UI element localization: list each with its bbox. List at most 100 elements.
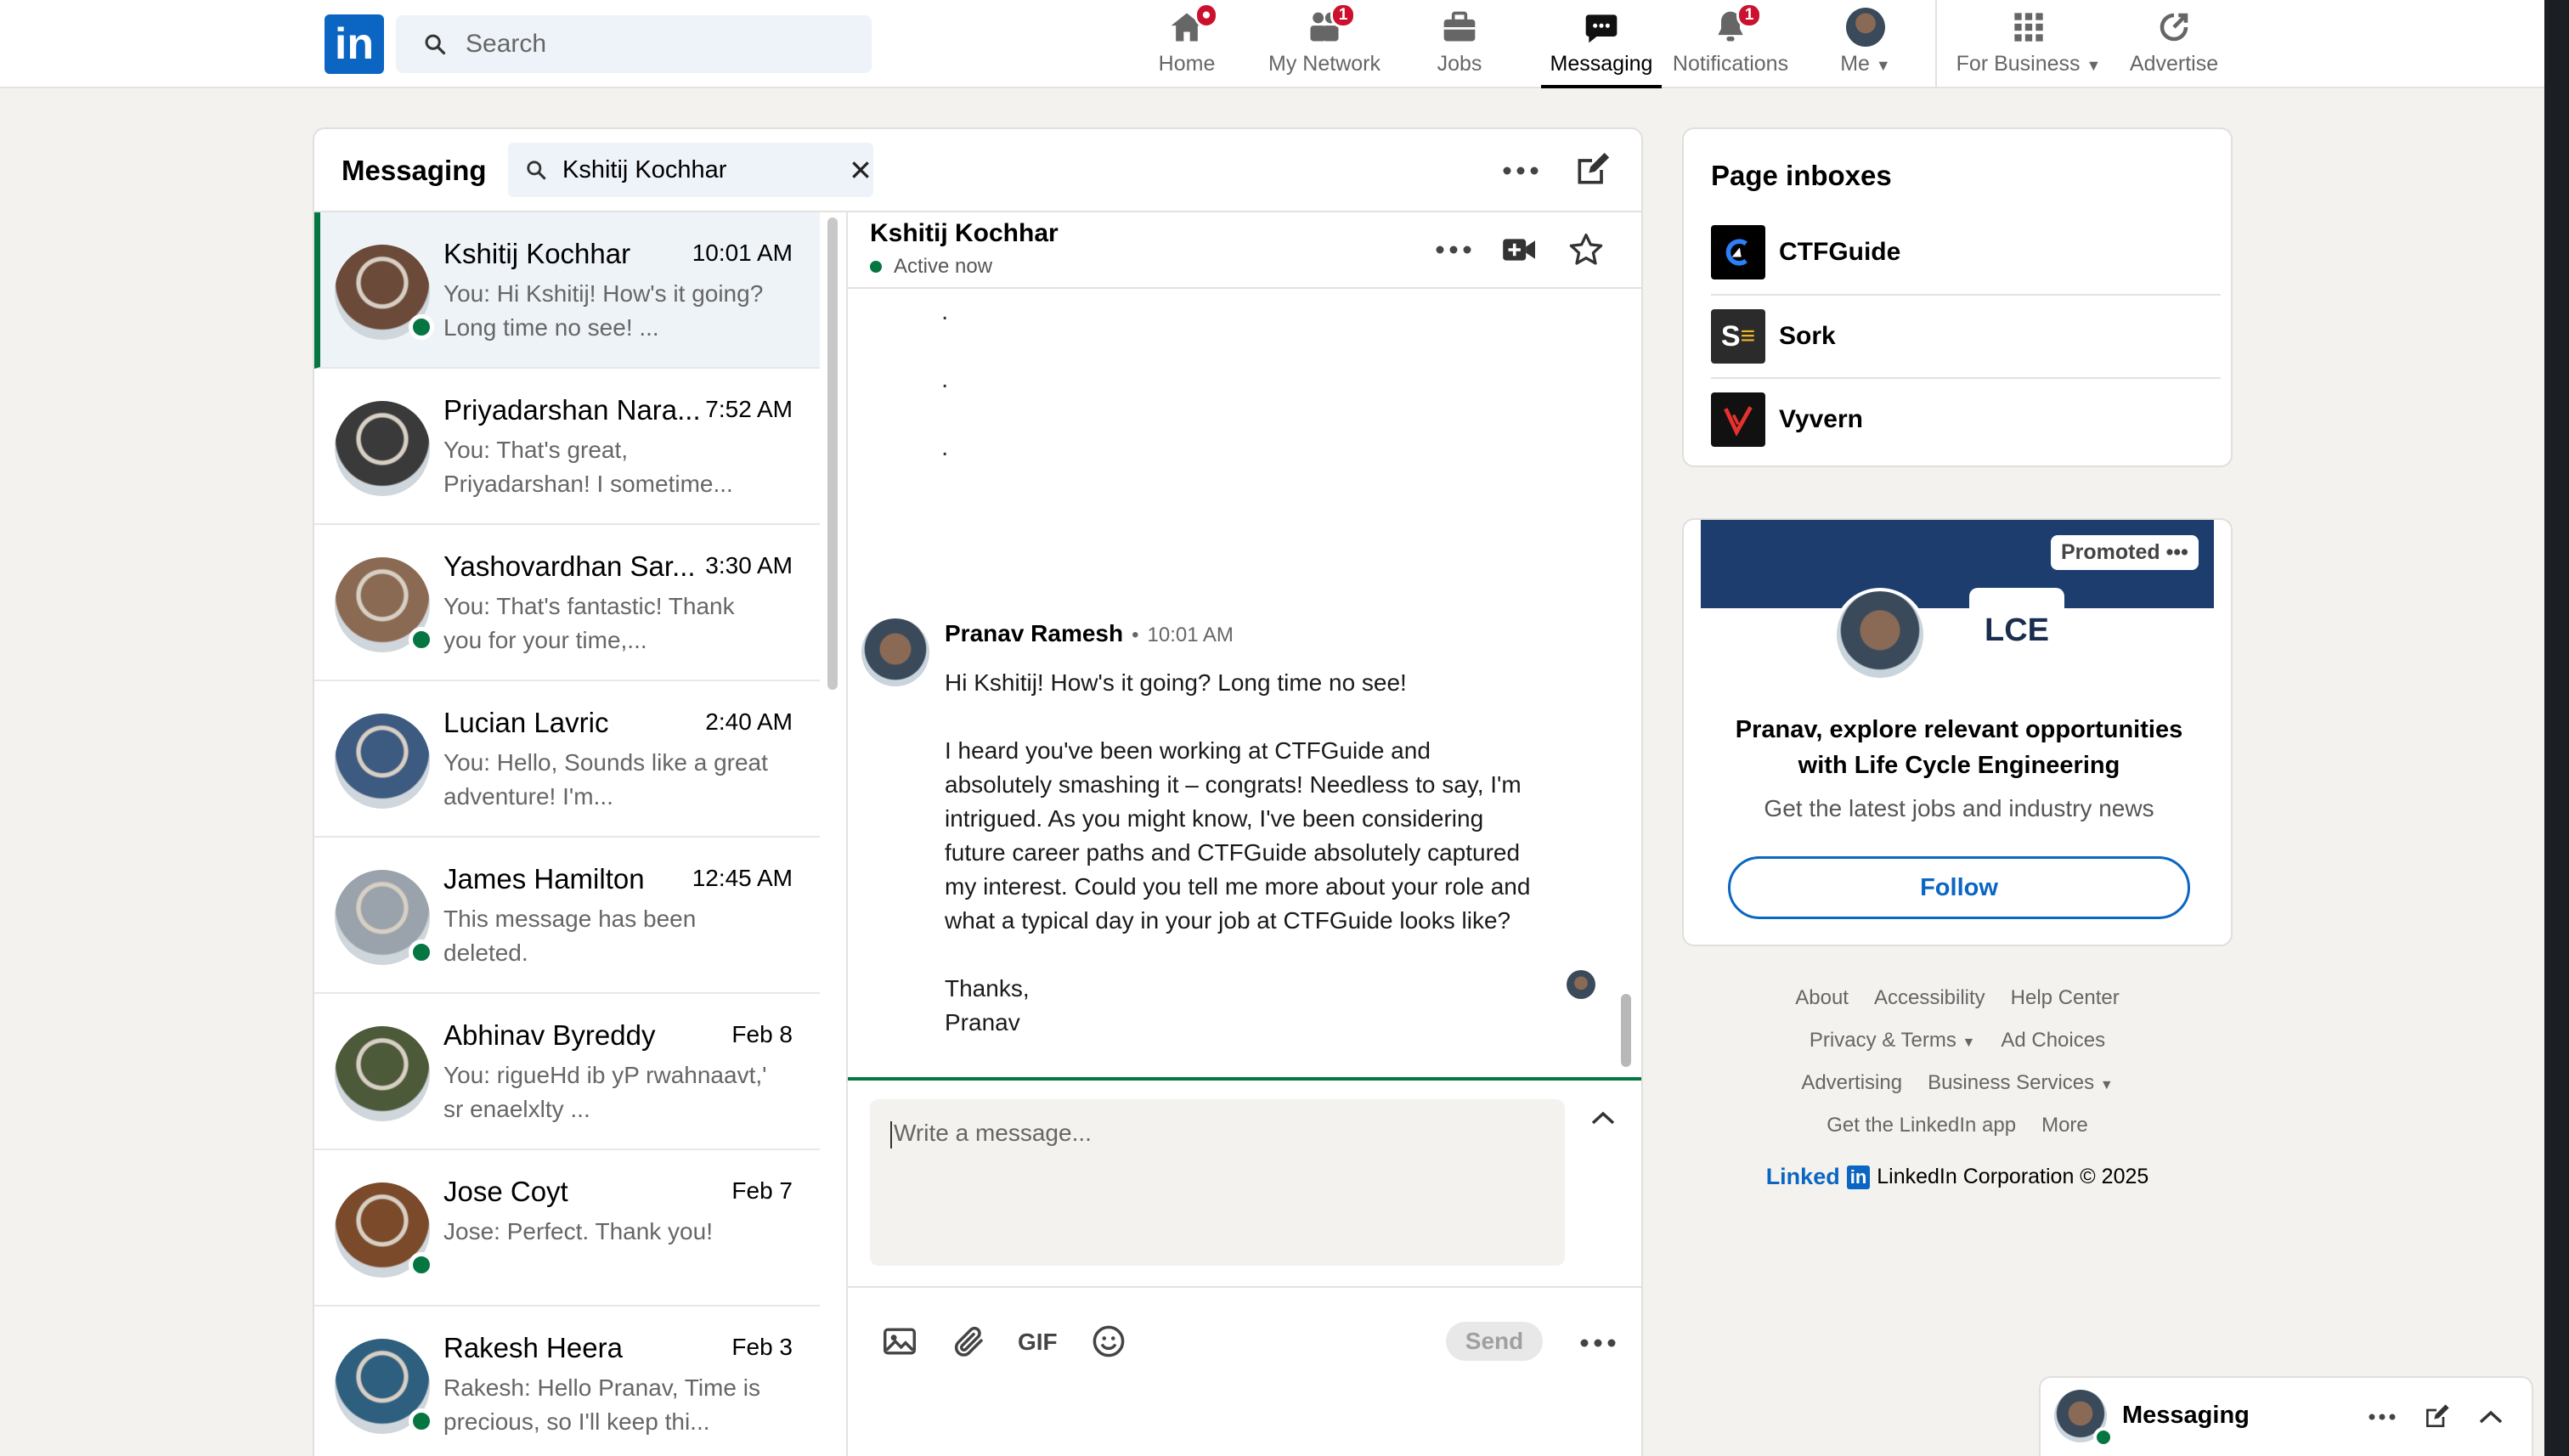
global-search-input[interactable] xyxy=(466,30,839,59)
conversation-item[interactable]: Lucian Lavric 2:40 AM You: Hello, Sounds l… xyxy=(314,681,820,838)
conversation-avatar xyxy=(335,1026,430,1121)
footer-privacy-terms[interactable]: Privacy & Terms ▼ xyxy=(1810,1029,1975,1052)
conversation-avatar xyxy=(335,714,430,809)
search-icon xyxy=(425,34,446,55)
promoted-ad-card: Promoted ••• LCE Pranav, explore relevan… xyxy=(1682,518,2233,946)
text-caret xyxy=(890,1120,892,1148)
conversation-time: 2:40 AM xyxy=(705,708,793,735)
footer-get-app[interactable]: Get the LinkedIn app xyxy=(1827,1114,2016,1137)
conversation-name: Yashovardhan Sar... xyxy=(443,550,696,582)
nav-my-network[interactable]: 1 My Network xyxy=(1262,0,1386,88)
star-icon[interactable] xyxy=(1563,228,1609,272)
paperclip-icon[interactable] xyxy=(948,1320,991,1363)
promoted-badge[interactable]: Promoted ••• xyxy=(2051,535,2199,570)
image-attach-icon[interactable] xyxy=(878,1322,921,1361)
nav-me[interactable]: Me ▼ xyxy=(1835,0,1896,88)
linkedin-logo-icon[interactable]: in xyxy=(325,14,384,74)
nav-home[interactable]: ● Home xyxy=(1155,0,1218,88)
messaging-search[interactable] xyxy=(508,143,873,197)
gif-button[interactable]: GIF xyxy=(1018,1329,1058,1356)
inbox-item-ctfguide[interactable]: CTFGuide xyxy=(1711,211,2221,294)
thread-more-icon[interactable] xyxy=(1431,231,1476,268)
advertise-icon xyxy=(2160,13,2188,42)
nav-messaging[interactable]: Messaging xyxy=(1541,0,1662,88)
conversation-name: Kshitij Kochhar xyxy=(443,238,631,269)
nav-business-label: For Business xyxy=(1956,52,2081,76)
thread-contact-name[interactable]: Kshitij Kochhar xyxy=(870,219,1059,248)
network-badge: 1 xyxy=(1330,3,1356,28)
inbox-item-sork[interactable]: S ≡ Sork xyxy=(1711,294,2221,377)
global-search-bar[interactable] xyxy=(396,15,872,73)
global-nav: in ● Home 1 My Network Jobs Messaging 1 … xyxy=(0,0,2544,88)
overlay-compose-icon[interactable] xyxy=(2418,1398,2455,1436)
thread-scrollbar[interactable] xyxy=(1621,994,1631,1067)
video-call-icon[interactable] xyxy=(1497,231,1543,268)
footer-links: About Accessibility Help Center Privacy & … xyxy=(1682,977,2233,1190)
conversation-item[interactable]: Abhinav Byreddy Feb 8 You: rigueHd ib yP r… xyxy=(314,994,820,1150)
conversation-preview: This message has been deleted. xyxy=(443,906,697,966)
conversation-item[interactable]: Rakesh Heera Feb 3 Rakesh: Hello Pranav, T… xyxy=(314,1306,820,1456)
footer-accessibility[interactable]: Accessibility xyxy=(1874,986,1985,1010)
footer-business-services[interactable]: Business Services ▼ xyxy=(1928,1071,2114,1095)
expand-compose-icon[interactable] xyxy=(1584,1101,1623,1135)
conversation-name: Abhinav Byreddy xyxy=(443,1019,656,1051)
conversation-time: 7:52 AM xyxy=(705,396,793,422)
page-inboxes-title: Page inboxes xyxy=(1711,160,1892,191)
conversation-name: Priyadarshan Nara... xyxy=(443,394,701,426)
nav-advertise-label: Advertise xyxy=(2129,52,2219,76)
thread-pane: Kshitij Kochhar Active now . . . Pranav … xyxy=(846,212,1641,1456)
conversation-item[interactable]: Yashovardhan Sar... 3:30 AM You: That's fa… xyxy=(314,525,820,681)
nav-jobs[interactable]: Jobs xyxy=(1436,0,1483,88)
conversation-preview: You: rigueHd ib yP rwahnaavt,' sr enaelx… xyxy=(443,1062,767,1122)
conversation-item[interactable]: James Hamilton 12:45 AM This message has b… xyxy=(314,838,820,994)
nav-me-label: Me xyxy=(1840,52,1870,76)
message-header: Pranav Ramesh • 10:01 AM xyxy=(945,620,1234,647)
conversation-time: Feb 8 xyxy=(731,1021,793,1047)
messaging-icon xyxy=(1585,14,1618,43)
ad-more-icon[interactable]: ••• xyxy=(2166,540,2188,564)
ad-headline: Pranav, explore relevant opportunities w… xyxy=(1735,716,2183,779)
vyvern-logo-icon xyxy=(1711,392,1765,447)
promoted-label: Promoted xyxy=(2061,540,2160,564)
footer-help-center[interactable]: Help Center xyxy=(2011,986,2120,1010)
conversation-item[interactable]: Priyadarshan Nara... 7:52 AM You: That's g… xyxy=(314,369,820,525)
conversation-name: Rakesh Heera xyxy=(443,1332,623,1363)
send-button[interactable]: Send xyxy=(1446,1322,1543,1361)
sender-avatar[interactable] xyxy=(861,618,929,686)
conversation-scrollbar[interactable] xyxy=(827,217,838,690)
compose-more-icon[interactable] xyxy=(1575,1330,1621,1356)
nav-divider xyxy=(1935,0,1937,88)
conversation-item[interactable]: Jose Coyt Feb 7 Jose: Perfect. Thank you! xyxy=(314,1150,820,1306)
footer-business-label: Business Services xyxy=(1928,1071,2095,1094)
messaging-search-input[interactable] xyxy=(562,155,834,184)
follow-button[interactable]: Follow xyxy=(1728,856,2190,919)
inbox-item-vyvern[interactable]: Vyvern xyxy=(1711,377,2221,460)
conversation-preview: You: Hello, Sounds like a great adventur… xyxy=(443,749,768,810)
overlay-expand-icon[interactable] xyxy=(2472,1402,2510,1432)
conversation-time: 10:01 AM xyxy=(692,240,793,266)
clear-search-icon[interactable] xyxy=(850,159,872,181)
window-edge xyxy=(2544,0,2569,1456)
nav-advertise[interactable]: Advertise xyxy=(2127,0,2221,88)
nav-for-business[interactable]: For Business ▼ xyxy=(1954,0,2103,88)
nav-network-label: My Network xyxy=(1268,52,1380,76)
messaging-overlay-bar[interactable]: Messaging xyxy=(2039,1376,2533,1456)
overlay-more-icon[interactable] xyxy=(2363,1402,2401,1432)
emoji-icon[interactable] xyxy=(1087,1320,1130,1363)
messaging-more-icon[interactable] xyxy=(1495,151,1546,190)
conversation-list[interactable]: Kshitij Kochhar 10:01 AM You: Hi Kshitij! … xyxy=(314,212,820,1456)
message-input[interactable]: Write a message... xyxy=(870,1099,1565,1266)
footer-about[interactable]: About xyxy=(1795,986,1849,1010)
nav-notifications[interactable]: 1 Notifications xyxy=(1668,0,1793,88)
footer-ad-choices[interactable]: Ad Choices xyxy=(2001,1029,2105,1052)
nav-business-label-wrap: For Business ▼ xyxy=(1956,52,2102,76)
conversation-item[interactable]: Kshitij Kochhar 10:01 AM You: Hi Kshitij! … xyxy=(314,212,820,369)
nav-messaging-label: Messaging xyxy=(1550,52,1653,76)
compose-icon[interactable] xyxy=(1568,148,1616,192)
online-status-icon xyxy=(409,940,434,965)
footer-more[interactable]: More xyxy=(2041,1114,2088,1137)
message-sender-name[interactable]: Pranav Ramesh xyxy=(945,620,1123,647)
search-icon xyxy=(527,161,546,180)
grid-icon xyxy=(2014,13,2043,42)
footer-advertising[interactable]: Advertising xyxy=(1801,1071,1902,1095)
